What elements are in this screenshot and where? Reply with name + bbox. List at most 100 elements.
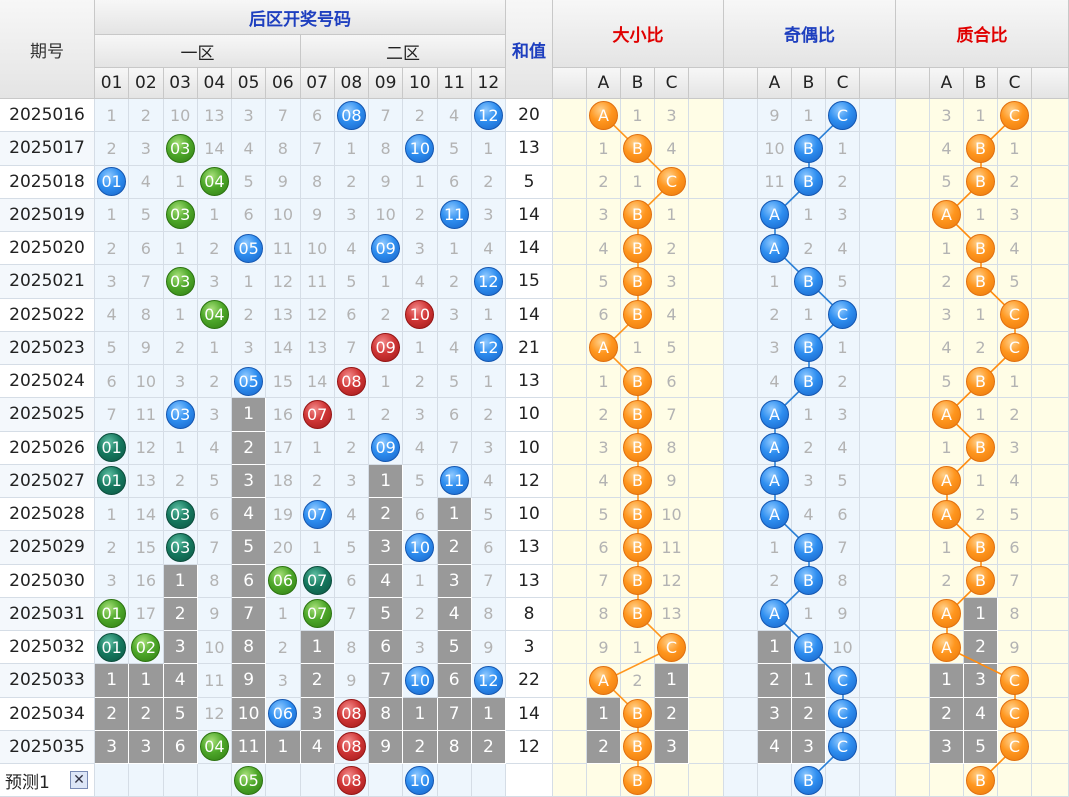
prime-composite-pad-cell [896, 265, 930, 299]
odd-even-cell: 1 [792, 664, 826, 698]
number-cell: 1 [95, 498, 130, 532]
odd-even-cell-ball: B [794, 133, 823, 163]
number-cell: 6 [437, 398, 472, 432]
big-small-cell-ball: B [623, 200, 652, 230]
number-cell: 3 [232, 99, 267, 133]
odd-even-cell-ball: B [794, 632, 823, 662]
number-cell: 4 [437, 99, 472, 133]
big-small-cell: 4 [587, 232, 621, 266]
number-cell: 15 [129, 531, 164, 565]
number-cell-ball: 12 [473, 665, 503, 695]
number-cell: 06 [266, 564, 301, 598]
big-small-cell: B [621, 464, 655, 498]
number-cell: 01 [95, 631, 130, 665]
number-cell: 2 [95, 531, 130, 565]
number-cell: 2 [471, 165, 506, 199]
sum-cell: 12 [506, 730, 553, 764]
number-cell: 11 [232, 730, 267, 764]
prime-composite-cell: 4 [998, 232, 1032, 266]
number-col-header: 10 [403, 68, 438, 99]
sum-header: 和值 [506, 0, 553, 99]
prime-composite-cell-ball: A [932, 466, 961, 496]
number-cell: 2 [334, 165, 369, 199]
period-cell: 2025027 [0, 464, 95, 498]
number-cell-ball: 03 [165, 200, 195, 230]
number-cell: 9 [369, 165, 404, 199]
big-small-cell-ball: B [623, 300, 652, 330]
number-cell: 6 [300, 99, 335, 133]
number-cell: 3 [403, 232, 438, 266]
number-cell: 15 [266, 365, 301, 399]
big-small-cell: 1 [621, 99, 655, 133]
prime-composite-cell: 7 [998, 564, 1032, 598]
odd-even-cell: 8 [826, 564, 860, 598]
number-cell-ball: 08 [336, 732, 366, 762]
number-cell-ball: 04 [199, 167, 229, 197]
number-cell: 3 [129, 730, 164, 764]
number-cell: 7 [369, 664, 404, 698]
big-small-cell: B [621, 764, 655, 797]
number-cell: 08 [334, 365, 369, 399]
number-cell: 8 [334, 631, 369, 665]
number-cell: 03 [163, 198, 198, 232]
prime-composite-cell: 2 [998, 398, 1032, 432]
number-cell: 12 [266, 265, 301, 299]
odd-even-cell: 4 [758, 730, 792, 764]
number-cell: 6 [129, 232, 164, 266]
odd-even-cell-ball: C [828, 665, 857, 695]
prime-composite-pad-cell [896, 198, 930, 232]
number-cell: 08 [334, 764, 369, 797]
number-cell [369, 764, 404, 797]
number-cell-ball: 01 [97, 632, 127, 662]
big-small-header: 大小比 [553, 0, 724, 68]
big-small-col-header: C [655, 68, 689, 99]
number-cell: 3 [334, 198, 369, 232]
number-cell-ball: 07 [302, 599, 332, 629]
odd-even-cell-ball: B [794, 566, 823, 596]
number-cell: 2 [95, 132, 130, 166]
prime-composite-cell: B [964, 132, 998, 166]
number-cell: 5 [95, 331, 130, 365]
prime-composite-pad-cell [896, 298, 930, 332]
number-cell: 2 [437, 531, 472, 565]
odd-even-cell: 2 [758, 564, 792, 598]
big-small-pad-cell [553, 398, 587, 432]
zone2-header: 二区 [301, 35, 506, 68]
number-cell: 14 [300, 365, 335, 399]
prime-composite-cell-ball: B [966, 167, 995, 197]
prime-composite-cell: B [964, 232, 998, 266]
number-cell: 1 [437, 232, 472, 266]
number-cell: 09 [369, 331, 404, 365]
sum-cell: 14 [506, 298, 553, 332]
odd-even-cell: C [826, 730, 860, 764]
odd-even-cell: 10 [758, 132, 792, 166]
number-cell: 11 [197, 664, 232, 698]
number-cell: 2 [95, 697, 130, 731]
big-small-pad-cell [553, 697, 587, 731]
close-predict-button[interactable]: ✕ [70, 771, 88, 789]
big-small-cell: 3 [587, 198, 621, 232]
odd-even-pad-cell [724, 265, 758, 299]
prime-composite-pad-cell [1032, 132, 1069, 166]
big-small-cell: 1 [587, 132, 621, 166]
number-cell: 6 [334, 564, 369, 598]
prime-composite-pad-cell [1032, 764, 1069, 797]
prime-composite-cell: 2 [998, 165, 1032, 199]
odd-even-cell-ball: A [760, 200, 789, 230]
big-small-pad-cell [553, 531, 587, 565]
number-col-header: 01 [95, 68, 130, 99]
prime-composite-cell: 4 [930, 132, 964, 166]
sum-cell: 13 [506, 564, 553, 598]
prime-composite-cell: 5 [998, 498, 1032, 532]
odd-even-pad-cell [860, 265, 896, 299]
prime-composite-pad-cell [1032, 198, 1069, 232]
big-small-cell-ball: B [623, 599, 652, 629]
number-cell-ball: 05 [234, 233, 264, 263]
prime-composite-cell: C [998, 298, 1032, 332]
odd-even-cell: 4 [826, 232, 860, 266]
number-cell: 1 [197, 331, 232, 365]
number-cell: 10 [403, 531, 438, 565]
big-small-cell: A [587, 99, 621, 133]
prime-composite-pad-cell [896, 99, 930, 133]
prime-composite-cell: 8 [998, 597, 1032, 631]
